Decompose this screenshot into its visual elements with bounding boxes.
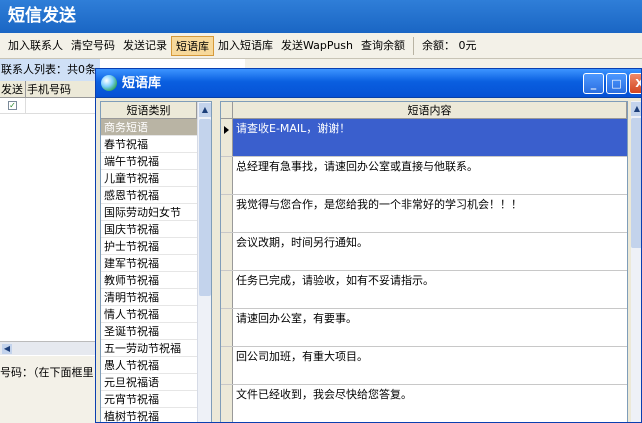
phrase-row[interactable]: 总经理有急事找，请速回办公室或直接与他联系。	[221, 157, 627, 195]
category-vscrollbar[interactable]: ▲	[197, 102, 211, 422]
minimize-button[interactable]: _	[583, 73, 604, 94]
close-button[interactable]: X	[629, 73, 641, 94]
send-wappush-button[interactable]: 发送WapPush	[277, 36, 357, 56]
row-indicator[interactable]	[221, 347, 233, 384]
category-list[interactable]: 短语类别 商务短语 春节祝福 端午节祝福 儿童节祝福 感恩节祝福 国际劳动妇女节 国庆节祝福…	[100, 101, 212, 422]
contact-list-header: 联系人列表：共0条	[0, 59, 100, 81]
scroll-thumb[interactable]	[631, 118, 641, 248]
phrase-text[interactable]: 会议改期，时间另行通知。	[233, 233, 627, 270]
category-item[interactable]: 五一劳动节祝福	[101, 340, 197, 357]
dialog-title: 短语库	[122, 76, 162, 91]
row-indicator[interactable]	[221, 233, 233, 270]
phrase-row[interactable]: 会议改期，时间另行通知。	[221, 233, 627, 271]
toolbar-separator	[413, 36, 415, 55]
category-item[interactable]: 清明节祝福	[101, 289, 197, 306]
app-title-bar: 短信发送	[0, 0, 642, 33]
category-item[interactable]: 春节祝福	[101, 136, 197, 153]
scroll-up-icon[interactable]: ▲	[199, 103, 211, 117]
add-contact-button[interactable]: 加入联系人	[4, 36, 67, 56]
send-history-button[interactable]: 发送记录	[119, 36, 171, 56]
phrase-grid-header: 短语内容	[221, 102, 627, 119]
contact-list-grid[interactable]: 发送 手机号码 ✓	[0, 81, 100, 341]
send-checkbox-cell[interactable]: ✓	[0, 98, 26, 113]
phrase-text[interactable]: 请速回办公室，有要事。	[233, 309, 627, 346]
phrase-text[interactable]: 回公司加班，有重大项目。	[233, 347, 627, 384]
phrase-row[interactable]: 请查收E-MAIL，谢谢！	[221, 119, 627, 157]
phrase-library-button[interactable]: 短语库	[171, 35, 214, 56]
clear-numbers-button[interactable]: 清空号码	[67, 36, 119, 56]
dialog-title-bar[interactable]: 短语库 _ □ X	[96, 69, 641, 98]
category-header[interactable]: 短语类别	[101, 102, 197, 119]
category-item[interactable]: 儿童节祝福	[101, 170, 197, 187]
scroll-thumb[interactable]	[199, 119, 211, 296]
row-indicator[interactable]	[221, 271, 233, 308]
phrase-row[interactable]: 任务已完成，请验收，如有不妥请指示。	[221, 271, 627, 309]
contact-row[interactable]: ✓	[0, 98, 100, 114]
phrase-row[interactable]: 回公司加班，有重大项目。	[221, 347, 627, 385]
contact-grid-header: 发送 手机号码	[0, 81, 100, 98]
category-item[interactable]: 元旦祝福语	[101, 374, 197, 391]
phrase-text[interactable]: 总经理有急事找，请速回办公室或直接与他联系。	[233, 157, 627, 194]
maximize-button[interactable]: □	[606, 73, 627, 94]
app-icon	[101, 75, 117, 91]
balance-display: 余额： 0元	[422, 38, 477, 52]
row-indicator[interactable]	[221, 119, 233, 156]
current-row-pointer-icon	[224, 126, 229, 134]
column-send[interactable]: 发送	[0, 81, 26, 97]
row-indicator[interactable]	[221, 195, 233, 232]
send-checkbox[interactable]: ✓	[8, 101, 17, 110]
contact-hscrollbar[interactable]: ◀	[0, 341, 96, 355]
phrase-text[interactable]: 任务已完成，请验收，如有不妥请指示。	[233, 271, 627, 308]
scroll-up-icon[interactable]: ▲	[631, 102, 641, 116]
category-item[interactable]: 教师节祝福	[101, 272, 197, 289]
scroll-left-icon[interactable]: ◀	[2, 344, 12, 354]
phrase-text[interactable]: 文件已经收到，我会尽快给您答复。	[233, 385, 627, 422]
row-indicator[interactable]	[221, 157, 233, 194]
category-item[interactable]: 护士节祝福	[101, 238, 197, 255]
phrase-library-dialog: 短语库 _ □ X 短语类别 商务短语春节祝福端午节祝福儿童节祝福感恩节祝福国际…	[95, 68, 642, 423]
category-item[interactable]: 圣诞节祝福	[101, 323, 197, 340]
column-phone[interactable]: 手机号码	[26, 81, 100, 97]
category-item[interactable]: 端午节祝福	[101, 153, 197, 170]
row-indicator-header	[221, 102, 233, 118]
category-item[interactable]: 建军节祝福	[101, 255, 197, 272]
category-item[interactable]: 感恩节祝福	[101, 187, 197, 204]
toolbar: 加入联系人 清空号码 发送记录 短语库 加入短语库 发送WapPush 查询余额…	[0, 33, 642, 59]
phrase-vscrollbar[interactable]: ▲	[631, 101, 641, 422]
phrase-row[interactable]: 我觉得与您合作，是您给我的一个非常好的学习机会！！！	[221, 195, 627, 233]
category-item[interactable]: 植树节祝福	[101, 408, 197, 422]
row-indicator[interactable]	[221, 309, 233, 346]
phone-input-label: 号码：（在下面框里	[0, 366, 94, 379]
app-title: 短信发送	[8, 6, 76, 26]
category-item[interactable]: 愚人节祝福	[101, 357, 197, 374]
category-item[interactable]: 元宵节祝福	[101, 391, 197, 408]
category-item[interactable]: 商务短语	[101, 119, 197, 136]
phrase-row[interactable]: 请速回办公室，有要事。	[221, 309, 627, 347]
category-item[interactable]: 国际劳动妇女节	[101, 204, 197, 221]
phrase-text[interactable]: 请查收E-MAIL，谢谢！	[233, 119, 627, 156]
query-balance-button[interactable]: 查询余额	[357, 36, 409, 56]
phrase-row[interactable]: 文件已经收到，我会尽快给您答复。	[221, 385, 627, 422]
phrase-content-column[interactable]: 短语内容	[233, 102, 627, 118]
category-item[interactable]: 情人节祝福	[101, 306, 197, 323]
phrase-content-grid[interactable]: 短语内容 请查收E-MAIL，谢谢！ 总经理有急事找，请速回办公室或直接与他联系。…	[220, 101, 628, 422]
category-item[interactable]: 国庆节祝福	[101, 221, 197, 238]
phrase-text[interactable]: 我觉得与您合作，是您给我的一个非常好的学习机会！！！	[233, 195, 627, 232]
add-to-phrase-library-button[interactable]: 加入短语库	[214, 36, 277, 56]
row-indicator[interactable]	[221, 385, 233, 422]
